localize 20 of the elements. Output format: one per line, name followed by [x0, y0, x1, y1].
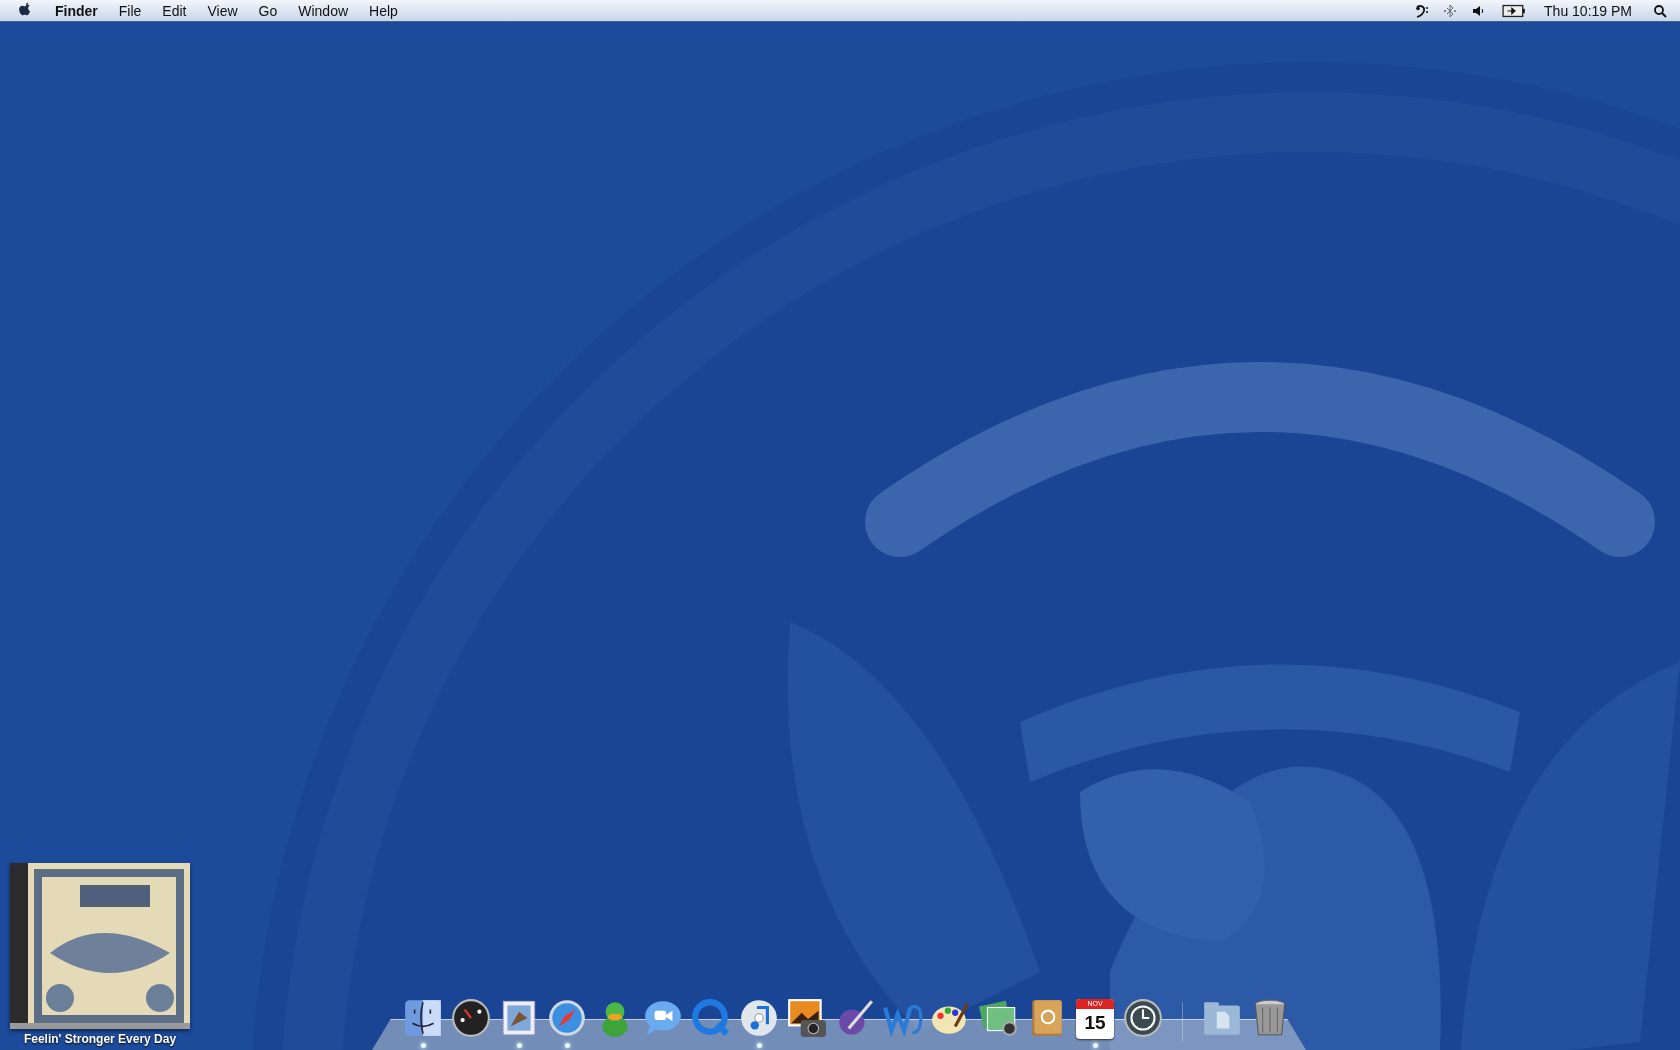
menu-item[interactable]: View: [207, 2, 238, 19]
menu-item[interactable]: Window: [298, 2, 349, 19]
search-icon[interactable]: [1652, 3, 1668, 18]
menu-item[interactable]: Go: [258, 2, 278, 19]
music-note-icon[interactable]: [1414, 3, 1431, 18]
dock-separator: [1182, 1002, 1183, 1042]
ring-icon[interactable]: [690, 997, 732, 1039]
compass-icon[interactable]: [546, 997, 588, 1039]
app-menu[interactable]: Finder: [55, 2, 98, 19]
bluetooth-icon[interactable]: [1442, 3, 1459, 18]
menu-item[interactable]: File: [118, 2, 142, 19]
battery-icon[interactable]: [1502, 3, 1527, 18]
clock[interactable]: Thu 10:19 PM: [1544, 2, 1632, 19]
photo-camera-icon[interactable]: [786, 997, 828, 1039]
calendar-day: 15: [1084, 1009, 1106, 1037]
menu-item[interactable]: Edit: [162, 2, 187, 19]
music-disc-icon[interactable]: [738, 997, 780, 1039]
menu-item[interactable]: Help: [369, 2, 398, 19]
file-name[interactable]: Feelin' Stronger Every Day: [20, 1032, 180, 1046]
face-icon[interactable]: [402, 997, 444, 1039]
